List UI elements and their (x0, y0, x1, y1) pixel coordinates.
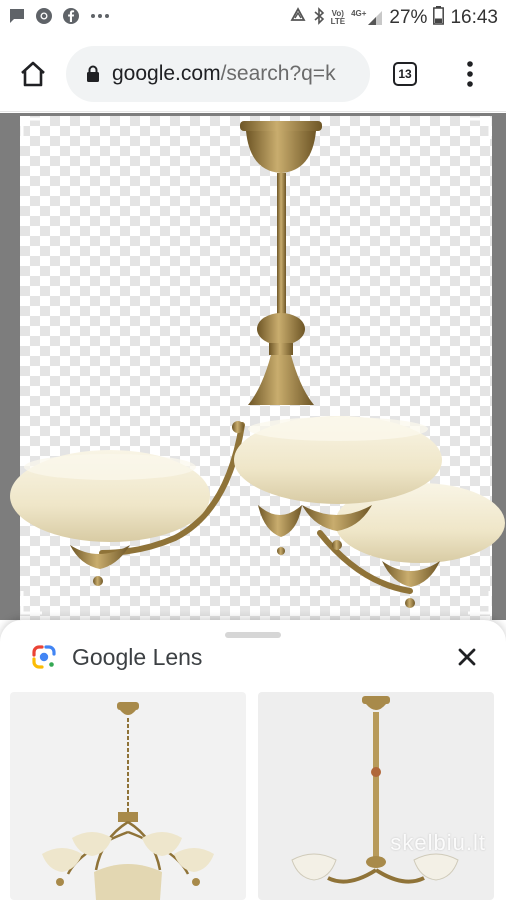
home-icon (21, 61, 45, 86)
browser-menu-button[interactable] (440, 36, 500, 112)
browser-toolbar: google.com/search?q=k 13 (0, 36, 506, 112)
network-type-label: 4G+ (351, 9, 367, 18)
lens-image-area[interactable] (0, 113, 506, 620)
url-host: google.com (112, 61, 221, 85)
volte-bottom-label: LTE (330, 17, 346, 26)
address-bar[interactable]: google.com/search?q=k (66, 45, 370, 102)
volte-icon: Vo) LTE (331, 10, 346, 26)
facebook-icon (62, 7, 80, 30)
chandelier-image (10, 117, 505, 615)
lock-icon (87, 65, 99, 82)
lens-header: Google Lens (30, 642, 202, 672)
lens-brand-lens: Lens (152, 643, 203, 670)
lens-brand-google: Google (72, 643, 147, 670)
result-thumbnail (291, 696, 459, 884)
result-watermark: skelbiu.lt (390, 830, 486, 855)
lens-title: Google Lens (72, 644, 202, 671)
bluetooth-icon (313, 6, 325, 30)
battery-percent: 27% (389, 7, 428, 28)
overflow-menu-icon (467, 60, 473, 87)
result-thumbnail (42, 702, 214, 900)
more-dots-icon (89, 7, 111, 30)
url-path: /search?q=k (220, 61, 336, 85)
visual-matches: skelbiu.lt (0, 692, 506, 900)
message-icon (8, 7, 26, 30)
lens-results-sheet[interactable]: Google Lens skelbiu.lt (0, 620, 506, 900)
clock: 16:43 (450, 7, 498, 28)
tab-switcher-button[interactable]: 13 (370, 36, 440, 112)
tab-count: 13 (393, 61, 417, 86)
home-button[interactable] (0, 36, 66, 112)
sheet-drag-handle[interactable] (225, 632, 281, 638)
result-card[interactable]: skelbiu.lt (258, 692, 494, 900)
signal-icon: 4G+ (351, 10, 383, 26)
close-button[interactable] (450, 640, 484, 674)
chrome-icon (35, 7, 53, 30)
close-icon (458, 648, 476, 666)
result-card[interactable] (10, 692, 246, 900)
google-lens-icon (32, 645, 56, 669)
battery-icon (433, 6, 445, 30)
data-saver-icon (289, 6, 307, 30)
url-text: google.com/search?q=k (112, 62, 336, 86)
status-bar: Vo) LTE 4G+ 27% 16:43 (0, 0, 506, 36)
